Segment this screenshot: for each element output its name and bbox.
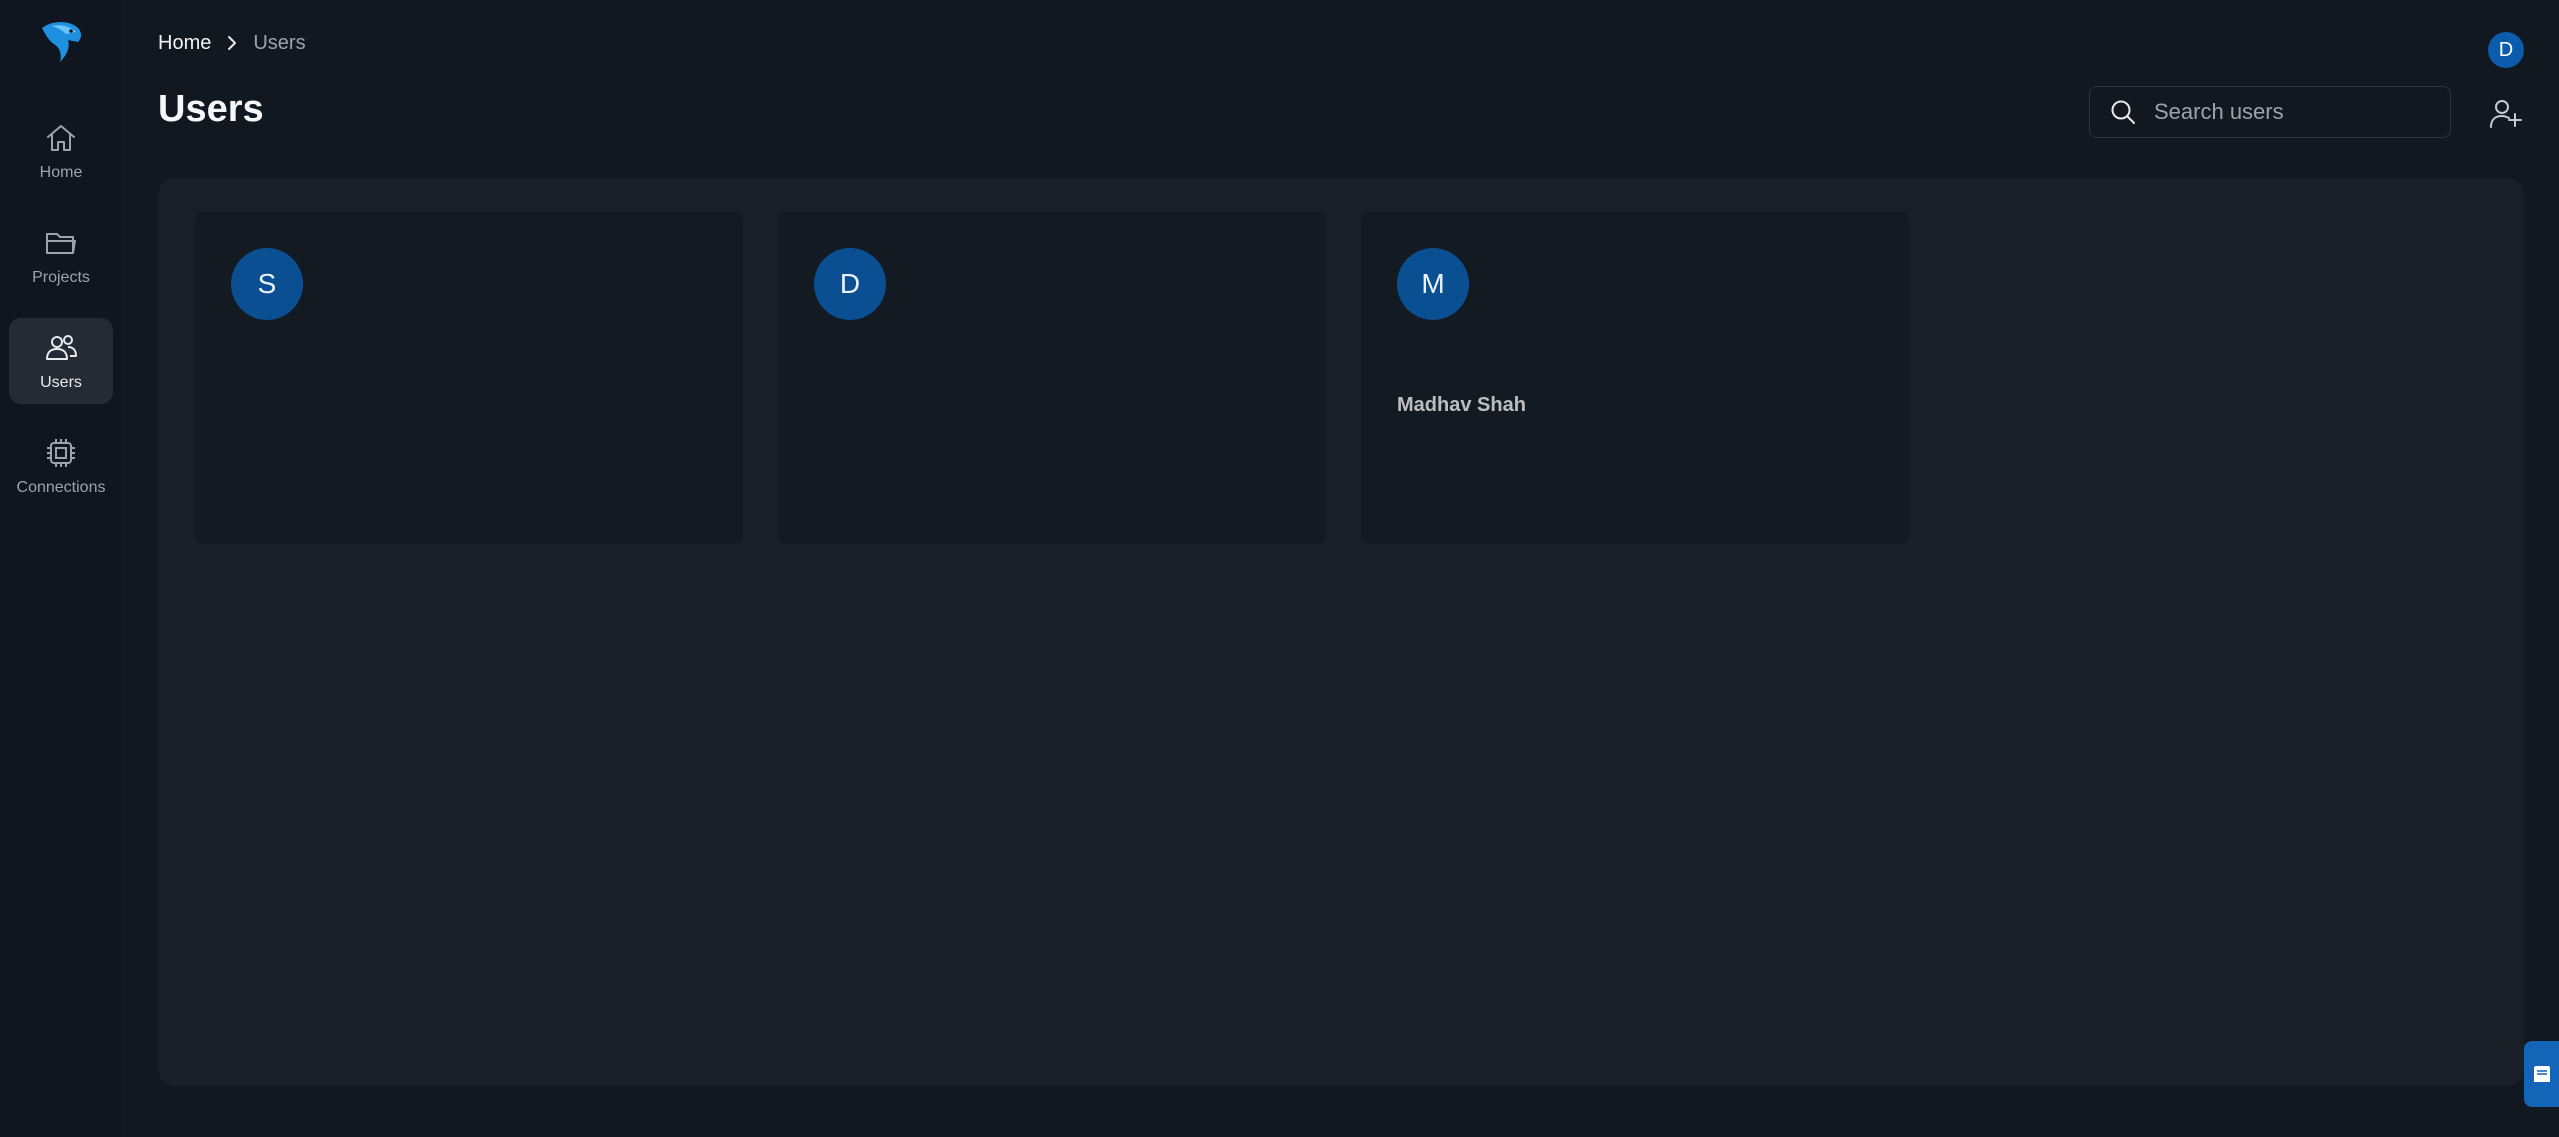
user-name: Madhav Shah: [1397, 394, 1526, 416]
search-box: [2089, 86, 2451, 138]
user-card[interactable]: S: [195, 212, 743, 544]
sidebar-item-label: Users: [40, 374, 82, 391]
page-title: Users: [158, 88, 264, 130]
folder-icon: [46, 233, 76, 254]
home-icon: [47, 125, 75, 151]
chip-icon: [47, 439, 75, 467]
user-card[interactable]: M Madhav Shah: [1361, 212, 1909, 544]
sidebar-item-users[interactable]: Users: [9, 318, 113, 404]
users-panel: S D M Madhav Shah: [158, 178, 2524, 1086]
users-icon: [46, 335, 77, 360]
breadcrumb-home-link[interactable]: Home: [158, 32, 211, 55]
user-avatar: M: [1397, 248, 1469, 320]
avatar[interactable]: D: [2488, 32, 2524, 68]
sidebar-item-label: Projects: [32, 269, 90, 286]
help-panel-toggle-button[interactable]: [2524, 1041, 2559, 1107]
sidebar-item-connections[interactable]: Connections: [9, 423, 113, 509]
sidebar-item-home[interactable]: Home: [9, 108, 113, 194]
falcon-logo-icon[interactable]: [38, 18, 84, 64]
sidebar-item-label: Connections: [16, 479, 106, 496]
search-input[interactable]: [2152, 98, 2436, 126]
chevron-right-icon: [228, 36, 237, 50]
breadcrumb-current: Users: [253, 31, 306, 54]
breadcrumb: Home Users: [158, 30, 306, 56]
book-icon: [2533, 1066, 2550, 1082]
sidebar: Home Projects Users Connections: [0, 0, 122, 1137]
user-avatar: D: [814, 248, 886, 320]
user-card[interactable]: D: [778, 212, 1326, 544]
add-user-button[interactable]: [2488, 96, 2524, 132]
add-user-icon: [2490, 100, 2522, 128]
user-avatar: S: [231, 248, 303, 320]
search-icon: [2111, 100, 2135, 124]
sidebar-item-label: Home: [39, 164, 83, 181]
sidebar-item-projects[interactable]: Projects: [9, 213, 113, 299]
